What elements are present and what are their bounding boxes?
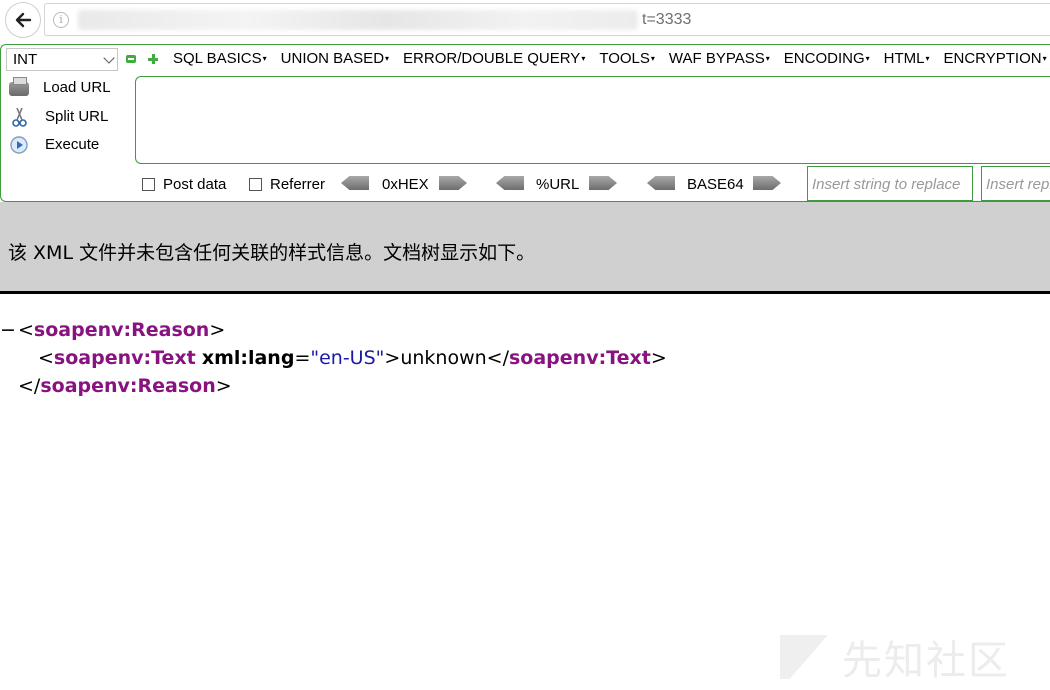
blurred-url <box>78 10 638 30</box>
xml-line-open: − <soapenv:Reason> <box>0 316 667 344</box>
watermark: 先知社区 <box>780 628 1010 686</box>
xml-line-close: </soapenv:Reason> <box>18 375 232 397</box>
menu-encoding[interactable]: ENCODING <box>784 50 870 67</box>
xml-tree: − <soapenv:Reason> <soapenv:Text xml:lang… <box>0 316 667 400</box>
xml-root-tag: soapenv:Reason <box>33 319 210 341</box>
post-data-label: Post data <box>163 176 227 193</box>
chevron-down-icon <box>103 52 115 64</box>
menu-waf-bypass[interactable]: WAF BYPASS <box>669 50 770 67</box>
menu-encryption[interactable]: ENCRYPTION <box>944 50 1047 67</box>
hex-encode-arrow-icon[interactable] <box>439 176 467 190</box>
xml-attr-value: "en-US" <box>310 347 385 369</box>
xml-root-close-tag: soapenv:Reason <box>40 375 216 397</box>
zoom-out-icon[interactable] <box>126 55 136 63</box>
post-data-checkbox[interactable]: Post data <box>142 176 226 193</box>
menu-sql-basics[interactable]: SQL BASICS <box>173 50 267 67</box>
base64-label: BASE64 <box>687 176 744 193</box>
execute-button[interactable]: Execute <box>9 133 99 155</box>
hackbar-menu: SQL BASICS UNION BASED ERROR/DOUBLE QUER… <box>173 50 1050 67</box>
menu-tools[interactable]: TOOLS <box>599 50 655 67</box>
base64-decode-arrow-icon[interactable] <box>647 176 675 190</box>
watermark-logo-icon <box>780 635 828 679</box>
hackbar-url-textarea[interactable] <box>135 76 1050 164</box>
referrer-label: Referrer <box>270 176 326 193</box>
url-bar: i t=3333 <box>0 0 1050 42</box>
xml-info-text: 该 XML 文件并未包含任何关联的样式信息。文档树显示如下。 <box>8 242 536 264</box>
watermark-text: 先知社区 <box>842 638 1010 684</box>
hex-label: 0xHEX <box>382 176 429 193</box>
referrer-checkbox-box[interactable] <box>249 178 262 191</box>
xml-text: unknown <box>400 347 487 369</box>
base64-encode-arrow-icon[interactable] <box>753 176 781 190</box>
printer-icon <box>9 77 29 96</box>
xml-child-tag: soapenv:Text <box>53 347 196 369</box>
back-button[interactable] <box>5 2 41 38</box>
play-icon <box>9 134 31 154</box>
replace-string-input[interactable]: Insert string to replace <box>807 166 973 201</box>
url-encode-arrow-icon[interactable] <box>589 176 617 190</box>
scissors-icon <box>9 106 31 127</box>
zoom-in-icon[interactable] <box>148 54 158 64</box>
url-text: t=3333 <box>642 11 692 28</box>
menu-union-based[interactable]: UNION BASED <box>281 50 389 67</box>
hex-decode-arrow-icon[interactable] <box>341 176 369 190</box>
hackbar: INT SQL BASICS UNION BASED ERROR/DOUBLE … <box>0 44 1050 202</box>
replacing-string-input[interactable]: Insert replacing string <box>981 166 1050 201</box>
menu-html[interactable]: HTML <box>884 50 930 67</box>
post-data-checkbox-box[interactable] <box>142 178 155 191</box>
menu-error-double-query[interactable]: ERROR/DOUBLE QUERY <box>403 50 585 67</box>
execute-label: Execute <box>45 135 100 153</box>
xml-line-child: <soapenv:Text xml:lang="en-US">unknown</… <box>38 347 667 369</box>
xml-attr-name: xml:lang <box>201 347 295 369</box>
load-url-button[interactable]: Load URL <box>9 76 111 98</box>
type-select[interactable]: INT <box>6 48 118 71</box>
address-field[interactable]: i t=3333 <box>44 3 1050 36</box>
split-url-label: Split URL <box>45 107 109 125</box>
load-url-label: Load URL <box>43 78 111 96</box>
type-select-value: INT <box>13 51 38 68</box>
referrer-checkbox[interactable]: Referrer <box>249 176 325 193</box>
back-arrow-icon <box>15 12 32 28</box>
url-decode-arrow-icon[interactable] <box>496 176 524 190</box>
xml-info-banner: 该 XML 文件并未包含任何关联的样式信息。文档树显示如下。 <box>0 202 1050 294</box>
split-url-button[interactable]: Split URL <box>9 105 108 127</box>
info-icon[interactable]: i <box>53 12 69 28</box>
url-encode-label: %URL <box>536 176 580 193</box>
collapse-toggle[interactable]: − <box>0 316 18 344</box>
xml-child-close-tag: soapenv:Text <box>509 347 651 369</box>
